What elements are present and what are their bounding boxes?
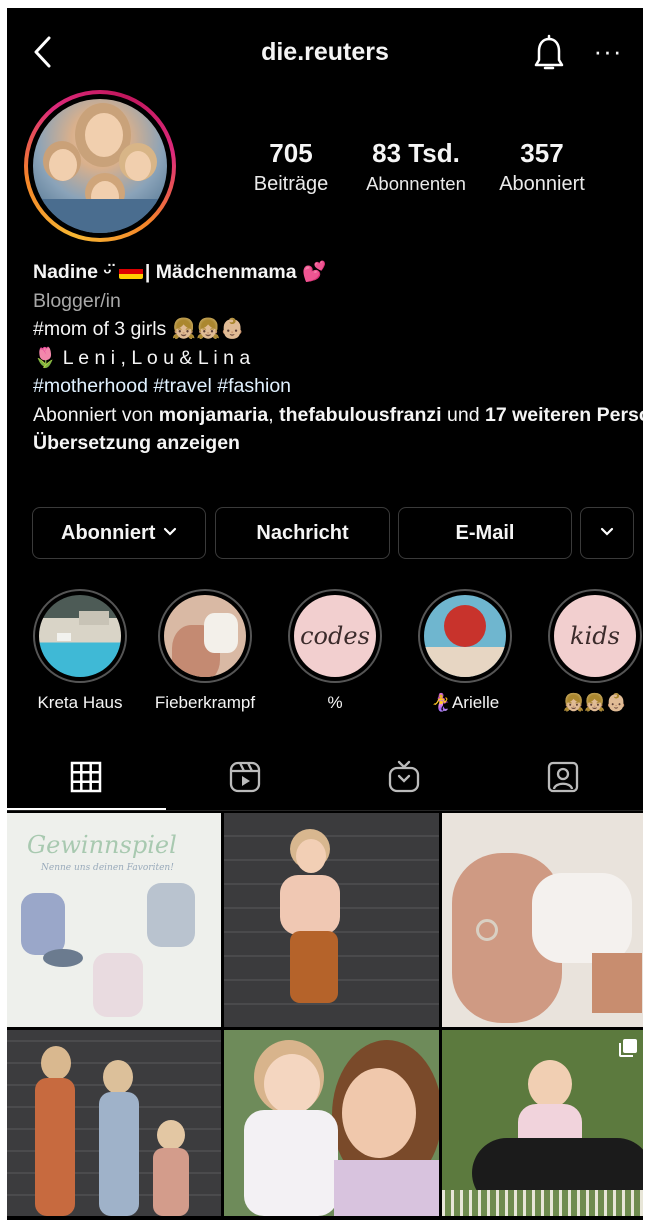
avatar (33, 99, 167, 233)
highlight-label: 🧜‍♀️Arielle (430, 693, 500, 712)
email-button[interactable]: E-Mail (398, 507, 572, 559)
chevron-down-icon (600, 527, 614, 536)
post-thumbnail[interactable] (224, 813, 439, 1027)
highlight-cover (164, 595, 246, 677)
bio-line: #mom of 3 girls 👧🏼👧🏼👶🏼 (33, 318, 245, 340)
post-thumbnail[interactable] (224, 1030, 439, 1216)
post-thumbnail[interactable] (7, 1030, 221, 1216)
highlight-cover-text: kids (554, 595, 636, 677)
notifications-button[interactable] (532, 34, 566, 74)
bio-hashtags[interactable]: #motherhood #travel #fashion (33, 372, 623, 401)
post-thumbnail[interactable] (442, 813, 643, 1027)
profile-category: Blogger/in (33, 289, 121, 312)
highlight-fieberkrampf[interactable]: Fieberkrampf (149, 589, 261, 713)
tab-tagged[interactable] (484, 743, 643, 813)
tab-igtv[interactable] (325, 743, 484, 813)
highlight-cover-text: codes (294, 595, 376, 677)
profile-tabs (7, 743, 643, 813)
igtv-icon (388, 760, 420, 793)
highlight-arielle[interactable]: 🧜‍♀️Arielle (409, 589, 521, 713)
highlight-cover (39, 595, 121, 677)
top-bar: die.reuters ··· (7, 8, 643, 100)
translate-link[interactable]: Übersetzung anzeigen (33, 429, 623, 458)
following-button[interactable]: Abonniert (32, 507, 206, 559)
followed-by-text[interactable]: Abonniert von monjamaria, thefabulousfra… (33, 401, 643, 430)
following-count-value: 357 (520, 138, 564, 168)
highlight-label: 👧🏼👧🏼👶🏼 (563, 693, 627, 712)
story-ring[interactable] (24, 90, 176, 242)
post-thumbnail[interactable] (442, 1030, 643, 1216)
display-name: Nadine ᵕ̈ | Mädchenmama 💕 (33, 261, 327, 283)
tab-reels[interactable] (166, 743, 325, 813)
profile-bio: Nadine ᵕ̈ | Mädchenmama 💕 Blogger/in #mo… (33, 258, 643, 458)
germany-flag-icon (118, 264, 143, 279)
message-button[interactable]: Nachricht (215, 507, 390, 559)
highlight-codes[interactable]: codes % (279, 589, 391, 713)
highlight-kreta-haus[interactable]: Kreta Haus (24, 589, 136, 713)
following-count-label: Abonniert (499, 173, 585, 195)
carousel-icon (619, 1039, 637, 1057)
posts-count[interactable]: 705 Beiträge (241, 138, 341, 196)
tab-posts-grid[interactable] (7, 743, 166, 813)
highlight-cover (424, 595, 506, 677)
grid-icon (70, 761, 102, 793)
post-cover-subtitle: Nenne uns deinen Favoriten! (41, 863, 174, 873)
tagged-person-icon (547, 761, 579, 793)
followers-count[interactable]: 83 Tsd. Abonnenten (356, 138, 476, 195)
suggested-accounts-button[interactable] (580, 507, 634, 559)
followers-count-value: 83 Tsd. (372, 138, 460, 168)
highlight-label: % (327, 693, 343, 712)
profile-screen: die.reuters ··· 705 Beiträge 83 Tsd. Abo… (7, 8, 643, 1220)
followers-count-label: Abonnenten (366, 173, 466, 194)
following-count[interactable]: 357 Abonniert (490, 138, 594, 196)
bio-line: 🌷 L e n i , L o u & L i n a (33, 346, 251, 369)
reels-icon (229, 761, 261, 793)
post-thumbnail[interactable]: Gewinnspiel Nenne uns deinen Favoriten! (7, 813, 221, 1027)
bell-icon (534, 34, 564, 70)
more-options-button[interactable]: ··· (591, 36, 625, 70)
posts-count-value: 705 (269, 138, 313, 168)
post-cover-title: Gewinnspiel (27, 831, 177, 859)
highlight-label: Fieberkrampf (154, 693, 256, 712)
highlight-label: Kreta Haus (37, 693, 123, 712)
highlight-kids[interactable]: kids 👧🏼👧🏼👶🏼 (539, 589, 643, 713)
posts-count-label: Beiträge (253, 173, 329, 195)
chevron-down-icon (163, 527, 177, 536)
